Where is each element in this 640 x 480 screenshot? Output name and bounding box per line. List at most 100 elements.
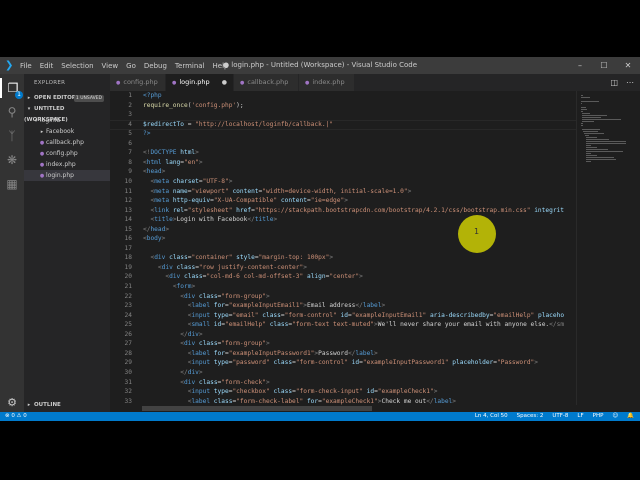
minimap-line xyxy=(583,133,605,134)
problems-indicator[interactable]: ⊗ 0 ⚠ 0 xyxy=(5,412,27,421)
minimap-line xyxy=(581,97,591,98)
code-line[interactable]: 18 <div class="container" style="margin-… xyxy=(110,253,576,263)
code-line[interactable]: 7 <!DOCTYPE html> xyxy=(110,148,576,158)
sidebar-item-label: callback.php xyxy=(46,139,84,146)
scrollbar-thumb[interactable] xyxy=(142,406,372,411)
code-line[interactable]: 2 require_once('config.php'); xyxy=(110,101,576,111)
code-line[interactable]: 3 xyxy=(110,110,576,120)
code-text: <input type="password" class="form-contr… xyxy=(187,359,539,367)
code-line[interactable]: 23 <label for="exampleInputEmail1">Email… xyxy=(110,301,576,311)
line-number: 5 xyxy=(128,130,132,138)
code-text: <input type="checkbox" class="form-check… xyxy=(187,388,438,396)
code-line[interactable]: 22 <div class="form-group"> xyxy=(110,292,576,302)
code-line[interactable]: 4 $redirectTo = "http://localhost/loginfb… xyxy=(110,120,576,130)
minimize-button[interactable]: – xyxy=(568,57,592,74)
split-editor-icon[interactable]: ◫ xyxy=(610,74,618,91)
code-line[interactable]: 17 xyxy=(110,244,576,254)
code-line[interactable]: 11 <meta name="viewport" content="width=… xyxy=(110,187,576,197)
feedback-icon[interactable]: ☺ xyxy=(612,412,618,421)
code-text: </div> xyxy=(180,368,203,376)
more-actions-icon[interactable]: ⋯ xyxy=(626,74,634,91)
source-control-icon[interactable]: ᛉ xyxy=(0,126,24,146)
mouse-pointer-highlight: 1 xyxy=(458,215,496,253)
minimap-line xyxy=(581,101,599,102)
code-line[interactable]: 16 <body> xyxy=(110,234,576,244)
code-text: <head> xyxy=(143,168,166,176)
line-ending[interactable]: LF xyxy=(577,412,583,421)
minimap[interactable] xyxy=(576,91,640,405)
code-line[interactable]: 9 <head> xyxy=(110,167,576,177)
code-line[interactable]: 20 <div class="col-md-6 col-md-offset-3"… xyxy=(110,272,576,282)
maximize-button[interactable]: ☐ xyxy=(592,57,616,74)
code-line[interactable]: 14 <title>Login with Facebook</title> xyxy=(110,215,576,225)
code-text: <meta name="viewport" content="width=dev… xyxy=(150,187,412,195)
code-line[interactable]: 12 <meta http-equiv="X-UA-Compatible" co… xyxy=(110,196,576,206)
sidebar-item-facebook[interactable]: ▸ Facebook xyxy=(24,126,110,137)
unsaved-dot-icon[interactable]: ● xyxy=(222,74,227,91)
code-line[interactable]: 19 <div class="row justify-content-cente… xyxy=(110,263,576,273)
workspace-section[interactable]: ▾ UNTITLED (WORKSPACE) xyxy=(24,104,110,123)
code-editor[interactable]: 1 <?php 2 require_once('config.php'); 3 4 $red… xyxy=(110,91,576,405)
code-line[interactable]: 15 </head> xyxy=(110,225,576,235)
cursor-position[interactable]: Ln 4, Col 50 xyxy=(475,412,508,421)
tab-callback[interactable]: ● callback.php xyxy=(234,74,299,91)
outline-section[interactable]: ▸ OUTLINE xyxy=(24,400,110,411)
line-number: 10 xyxy=(124,177,132,185)
code-line[interactable]: 5 ?> xyxy=(110,129,576,139)
language-mode[interactable]: PHP xyxy=(593,412,604,421)
sidebar-item-login[interactable]: ● login.php xyxy=(24,170,110,181)
extensions-icon[interactable]: ▦ xyxy=(0,174,24,194)
encoding[interactable]: UTF-8 xyxy=(552,412,568,421)
open-editors-section[interactable]: ▸ OPEN EDITORS 1 UNSAVED xyxy=(24,93,110,104)
minimap-line xyxy=(586,139,610,140)
code-text: <div class="container" style="margin-top… xyxy=(150,254,334,262)
tab-index[interactable]: ● index.php xyxy=(299,74,355,91)
code-text: <meta charset="UTF-8"> xyxy=(150,177,233,185)
debug-icon[interactable]: ❋ xyxy=(0,150,24,170)
sidebar-item-config[interactable]: ● config.php xyxy=(24,148,110,159)
code-text: <!DOCTYPE html> xyxy=(143,149,199,157)
code-line[interactable]: 28 <label for="exampleInputPassword1">Pa… xyxy=(110,349,576,359)
code-line[interactable]: 25 <small id="emailHelp" class="form-tex… xyxy=(110,320,576,330)
code-text: <label class="form-check-label" for="exa… xyxy=(187,397,457,405)
code-line[interactable]: 30 </div> xyxy=(110,368,576,378)
code-line[interactable]: 31 <div class="form-check"> xyxy=(110,378,576,388)
tab-config[interactable]: ● config.php xyxy=(110,74,166,91)
code-line[interactable]: 10 <meta charset="UTF-8"> xyxy=(110,177,576,187)
editor-actions: ◫ ⋯ xyxy=(610,74,634,91)
code-line[interactable]: 8 <html lang="en"> xyxy=(110,158,576,168)
code-text: </head> xyxy=(143,225,170,233)
code-text: </div> xyxy=(180,330,203,338)
minimap-line xyxy=(585,137,598,138)
minimap-line xyxy=(581,109,587,110)
tab-login[interactable]: ● login.php ● xyxy=(166,74,234,91)
code-text: <title>Login with Facebook</title> xyxy=(150,216,278,224)
close-button[interactable]: ✕ xyxy=(616,57,640,74)
sidebar-item-callback[interactable]: ● callback.php xyxy=(24,137,110,148)
gear-icon[interactable]: ⚙ xyxy=(0,396,24,409)
line-number: 16 xyxy=(124,235,132,243)
sidebar-item-index[interactable]: ● index.php xyxy=(24,159,110,170)
code-line[interactable]: 1 <?php xyxy=(110,91,576,101)
horizontal-scrollbar[interactable] xyxy=(142,405,576,412)
bell-icon[interactable]: 🔔 xyxy=(627,412,634,421)
code-line[interactable]: 13 <link rel="stylesheet" href="https://… xyxy=(110,206,576,216)
code-line[interactable]: 26 </div> xyxy=(110,330,576,340)
search-icon[interactable]: ⚲ xyxy=(0,102,24,122)
code-line[interactable]: 21 <form> xyxy=(110,282,576,292)
code-text: <input type="email" class="form-control"… xyxy=(187,311,565,319)
editor-tabs: ● config.php ● login.php ● ● callback.php ● i… xyxy=(110,74,640,91)
code-line[interactable]: 29 <input type="password" class="form-co… xyxy=(110,358,576,368)
code-line[interactable]: 6 xyxy=(110,139,576,149)
files-icon[interactable]: ❐ 1 xyxy=(0,78,24,99)
php-file-icon: ● xyxy=(116,80,121,86)
tab-label: config.php xyxy=(123,78,158,86)
folder-loginfb[interactable]: ▾ loginfb xyxy=(24,115,110,126)
indentation[interactable]: Spaces: 2 xyxy=(517,412,544,421)
code-line[interactable]: 32 <input type="checkbox" class="form-ch… xyxy=(110,387,576,397)
line-number: 15 xyxy=(124,225,132,233)
code-line[interactable]: 27 <div class="form-group"> xyxy=(110,339,576,349)
code-text: <meta http-equiv="X-UA-Compatible" conte… xyxy=(150,197,348,205)
code-line[interactable]: 24 <input type="email" class="form-contr… xyxy=(110,311,576,321)
code-line[interactable]: 33 <label class="form-check-label" for="… xyxy=(110,397,576,405)
